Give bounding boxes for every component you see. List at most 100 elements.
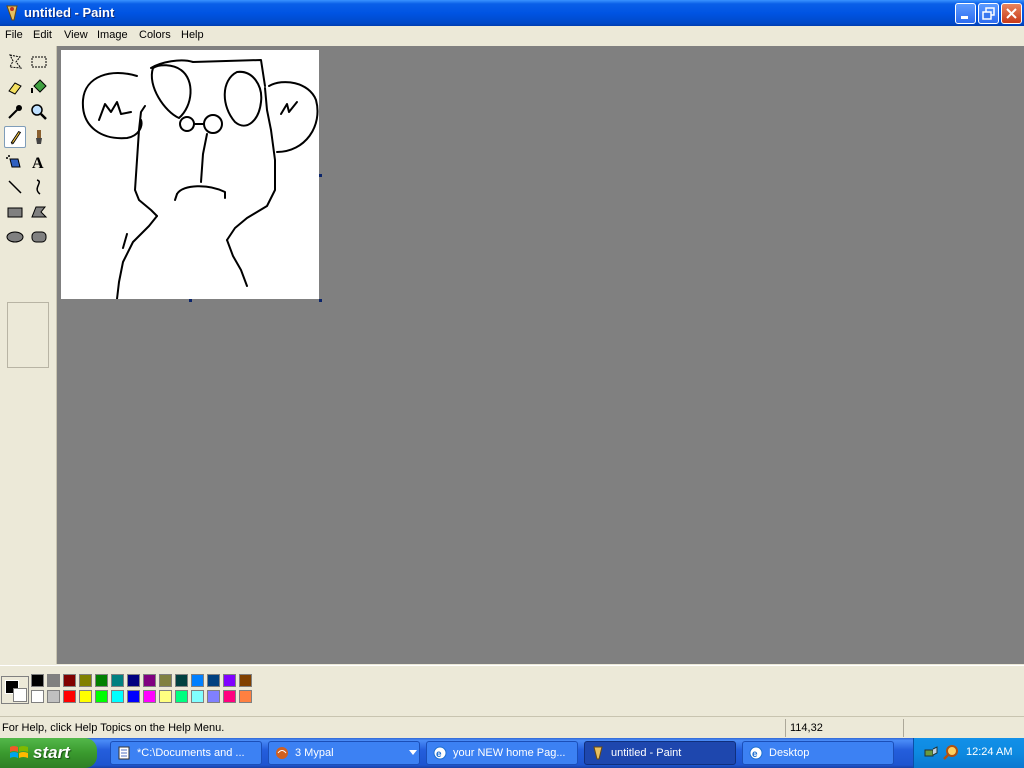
- color-swatch[interactable]: [239, 690, 252, 703]
- network-icon[interactable]: [924, 745, 938, 759]
- menu-colors[interactable]: Colors: [139, 29, 171, 41]
- toolbox: A: [0, 46, 57, 664]
- taskbar-item-label: your NEW home Pag...: [453, 747, 566, 759]
- taskbar-item-mypal[interactable]: 3 Mypal: [268, 741, 420, 765]
- start-label: start: [33, 743, 70, 762]
- color-swatch[interactable]: [223, 690, 236, 703]
- minimize-icon: [961, 16, 968, 19]
- polygon-tool[interactable]: [28, 201, 50, 223]
- color-swatch[interactable]: [95, 674, 108, 687]
- color-swatch[interactable]: [239, 674, 252, 687]
- magnifier-icon: [31, 104, 47, 120]
- desktop-icon: e: [749, 746, 763, 760]
- select-tool[interactable]: [28, 51, 50, 73]
- ellipse-tool[interactable]: [4, 226, 26, 248]
- color-swatch[interactable]: [111, 674, 124, 687]
- curve-tool[interactable]: [28, 176, 50, 198]
- background-color: [13, 688, 27, 702]
- rounded-rectangle-icon: [31, 231, 47, 243]
- rectangle-tool[interactable]: [4, 201, 26, 223]
- rectangle-icon: [7, 207, 23, 218]
- resize-handle-right[interactable]: [319, 174, 322, 177]
- menu-edit[interactable]: Edit: [33, 29, 52, 41]
- taskbar-item-paint[interactable]: untitled - Paint: [584, 741, 736, 765]
- windows-logo-icon: [10, 746, 28, 758]
- resize-handle-corner[interactable]: [319, 299, 322, 302]
- brush-tool[interactable]: [28, 126, 50, 148]
- restore-button[interactable]: [978, 3, 999, 24]
- menu-image[interactable]: Image: [97, 29, 128, 41]
- status-help-text: For Help, click Help Topics on the Help …: [2, 722, 225, 734]
- tool-options-box[interactable]: [7, 302, 49, 368]
- color-swatch[interactable]: [31, 674, 44, 687]
- airbrush-tool[interactable]: [4, 151, 26, 173]
- resize-handle-bottom[interactable]: [189, 299, 192, 302]
- color-swatch[interactable]: [175, 690, 188, 703]
- color-swatch[interactable]: [143, 690, 156, 703]
- menu-help[interactable]: Help: [181, 29, 204, 41]
- taskbar: start *C:\Documents and ... 3 Mypal e yo…: [0, 738, 1024, 768]
- status-separator: [785, 719, 786, 737]
- close-button[interactable]: [1001, 3, 1022, 24]
- color-swatch[interactable]: [111, 690, 124, 703]
- magnifier-tool[interactable]: [28, 101, 50, 123]
- taskbar-item-label: Desktop: [769, 747, 810, 759]
- taskbar-item-home-page[interactable]: e your NEW home Pag...: [426, 741, 578, 765]
- color-swatch[interactable]: [63, 674, 76, 687]
- color-swatch[interactable]: [159, 674, 172, 687]
- color-swatch[interactable]: [223, 674, 236, 687]
- color-swatch[interactable]: [207, 690, 220, 703]
- taskbar-item-label: *C:\Documents and ...: [137, 747, 245, 759]
- minimize-button[interactable]: [955, 3, 976, 24]
- airbrush-icon: [6, 155, 21, 168]
- menu-view[interactable]: View: [64, 29, 88, 41]
- color-swatch[interactable]: [31, 690, 44, 703]
- color-swatch[interactable]: [127, 674, 140, 687]
- paint-app-icon[interactable]: [4, 4, 20, 22]
- taskbar-item-desktop[interactable]: e Desktop: [742, 741, 894, 765]
- drawing-workspace: [57, 46, 1024, 664]
- color-swatch[interactable]: [191, 690, 204, 703]
- pencil-tool[interactable]: [4, 126, 26, 148]
- color-swatch[interactable]: [79, 690, 92, 703]
- color-swatch[interactable]: [47, 690, 60, 703]
- text-tool[interactable]: A: [28, 151, 50, 173]
- current-colors-box[interactable]: [1, 676, 29, 704]
- title-bar[interactable]: untitled - Paint: [0, 0, 1024, 26]
- color-palette-area: [0, 665, 1024, 715]
- status-bar: For Help, click Help Topics on the Help …: [0, 716, 1024, 739]
- eraser-tool[interactable]: [4, 76, 26, 98]
- cursor-coordinates: 114,32: [790, 722, 823, 734]
- color-swatch[interactable]: [127, 690, 140, 703]
- menu-file[interactable]: File: [5, 29, 23, 41]
- taskbar-item-documents[interactable]: *C:\Documents and ...: [110, 741, 262, 765]
- color-swatch[interactable]: [143, 674, 156, 687]
- rectangle-select-icon: [31, 56, 47, 68]
- color-swatch[interactable]: [207, 674, 220, 687]
- color-swatch[interactable]: [79, 674, 92, 687]
- color-swatch[interactable]: [47, 674, 60, 687]
- window-title: untitled - Paint: [24, 5, 115, 20]
- canvas-drawing: [81, 59, 319, 300]
- ie-icon: e: [433, 746, 447, 760]
- line-icon: [8, 180, 22, 194]
- close-icon: [1006, 8, 1017, 19]
- fill-tool[interactable]: [28, 76, 50, 98]
- start-button[interactable]: start: [0, 738, 97, 768]
- rounded-rectangle-tool[interactable]: [28, 226, 50, 248]
- pick-color-tool[interactable]: [4, 101, 26, 123]
- drawing-canvas[interactable]: [61, 50, 319, 300]
- search-icon[interactable]: [943, 744, 959, 760]
- color-swatch[interactable]: [95, 690, 108, 703]
- eyedropper-icon: [8, 105, 22, 119]
- color-swatch[interactable]: [175, 674, 188, 687]
- color-swatch[interactable]: [63, 690, 76, 703]
- color-swatch[interactable]: [191, 674, 204, 687]
- line-tool[interactable]: [4, 176, 26, 198]
- color-swatch[interactable]: [159, 690, 172, 703]
- free-form-select-tool[interactable]: [4, 51, 26, 73]
- ellipse-icon: [6, 231, 24, 243]
- notepad-icon: [118, 746, 130, 760]
- svg-text:e: e: [436, 749, 442, 760]
- system-tray: 12:24 AM: [913, 738, 1024, 768]
